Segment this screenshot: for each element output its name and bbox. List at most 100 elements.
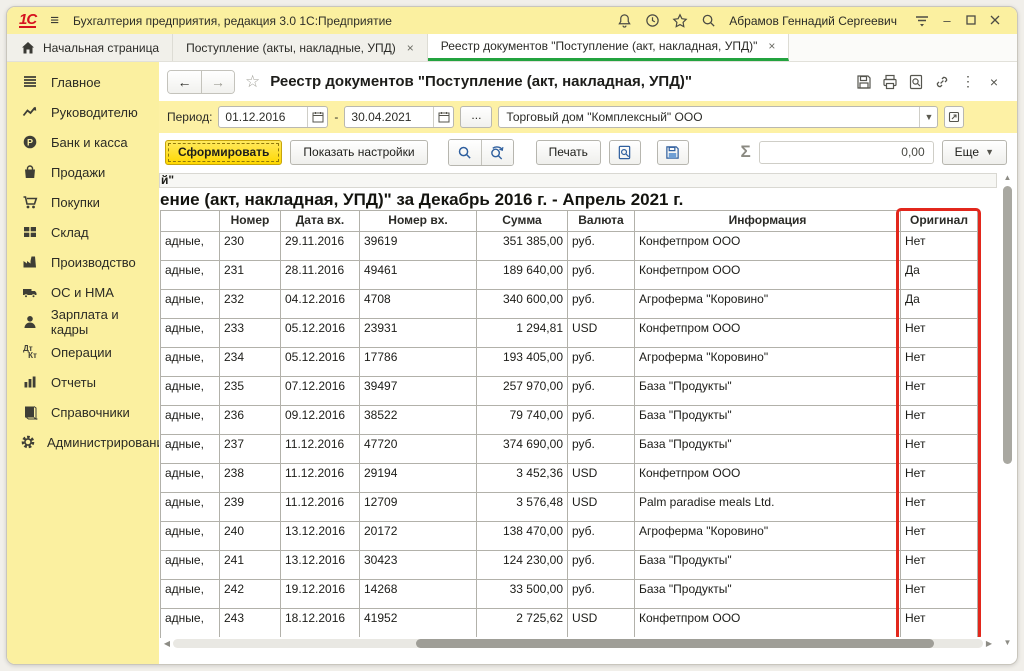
cell-sum[interactable]: 3 452,36 (477, 464, 568, 493)
cell-currency[interactable]: руб. (568, 551, 635, 580)
cell-doc[interactable]: адные, (161, 522, 220, 551)
cell-number[interactable]: 243 (220, 609, 281, 638)
table-row[interactable]: адные,24219.12.20161426833 500,00руб.Баз… (161, 580, 978, 609)
sidebar-item-salary-hr[interactable]: Зарплата и кадры (7, 307, 159, 337)
cell-number-in[interactable]: 38522 (360, 406, 477, 435)
cell-original[interactable]: Нет (901, 377, 978, 406)
cell-original[interactable]: Да (901, 290, 978, 319)
cell-date-in[interactable]: 19.12.2016 (281, 580, 360, 609)
sidebar-item-warehouse[interactable]: Склад (7, 217, 159, 247)
cell-original[interactable]: Нет (901, 435, 978, 464)
scroll-right-icon[interactable]: ▶ (983, 639, 995, 648)
minimize-button[interactable]: – (935, 13, 959, 28)
cell-info[interactable]: База "Продукты" (635, 435, 901, 464)
show-settings-button[interactable]: Показать настройки (290, 140, 427, 165)
generate-button[interactable]: Сформировать (165, 140, 282, 165)
cell-number-in[interactable]: 12709 (360, 493, 477, 522)
cell-doc[interactable]: адные, (161, 464, 220, 493)
cell-sum[interactable]: 2 725,62 (477, 609, 568, 638)
cell-number[interactable]: 238 (220, 464, 281, 493)
cell-number[interactable]: 235 (220, 377, 281, 406)
cell-number[interactable]: 242 (220, 580, 281, 609)
autosum-field[interactable]: 0,00 (759, 141, 934, 164)
sidebar-item-manager[interactable]: Руководителю (7, 97, 159, 127)
table-row[interactable]: адные,23029.11.201639619351 385,00руб.Ко… (161, 232, 978, 261)
cell-number-in[interactable]: 47720 (360, 435, 477, 464)
cell-sum[interactable]: 351 385,00 (477, 232, 568, 261)
cell-number[interactable]: 239 (220, 493, 281, 522)
tab-postuplenie-docs[interactable]: Поступление (акты, накладные, УПД)× (173, 34, 428, 61)
cell-sum[interactable]: 257 970,00 (477, 377, 568, 406)
cell-original[interactable]: Нет (901, 522, 978, 551)
chevron-down-icon[interactable]: ▼ (919, 107, 937, 127)
cell-doc[interactable]: адные, (161, 377, 220, 406)
table-row[interactable]: адные,23811.12.2016291943 452,36USDКонфе… (161, 464, 978, 493)
cell-currency[interactable]: руб. (568, 406, 635, 435)
cell-number-in[interactable]: 4708 (360, 290, 477, 319)
cell-date-in[interactable]: 04.12.2016 (281, 290, 360, 319)
cell-doc[interactable]: адные, (161, 551, 220, 580)
date-to-field[interactable]: 30.04.2021 (344, 106, 454, 128)
current-user[interactable]: Абрамов Геннадий Сергеевич (729, 14, 897, 28)
cell-number-in[interactable]: 14268 (360, 580, 477, 609)
cell-original[interactable]: Нет (901, 493, 978, 522)
cell-info[interactable]: Агроферма "Коровино" (635, 348, 901, 377)
cell-sum[interactable]: 340 600,00 (477, 290, 568, 319)
cell-info[interactable]: База "Продукты" (635, 406, 901, 435)
add-favorite-star-icon[interactable]: ☆ (245, 72, 260, 92)
cell-number[interactable]: 230 (220, 232, 281, 261)
cell-currency[interactable]: руб. (568, 435, 635, 464)
report-selected-cell[interactable]: й" (159, 173, 997, 188)
date-from-field[interactable]: 01.12.2016 (218, 106, 328, 128)
cell-number[interactable]: 234 (220, 348, 281, 377)
table-row[interactable]: адные,23911.12.2016127093 576,48USDPalm … (161, 493, 978, 522)
cell-date-in[interactable]: 29.11.2016 (281, 232, 360, 261)
find-icon[interactable] (449, 140, 481, 165)
cell-doc[interactable]: адные, (161, 406, 220, 435)
print-icon[interactable] (877, 71, 903, 93)
cell-number-in[interactable]: 20172 (360, 522, 477, 551)
cell-doc[interactable]: адные, (161, 319, 220, 348)
cell-currency[interactable]: руб. (568, 348, 635, 377)
table-row[interactable]: адные,23405.12.201617786193 405,00руб.Аг… (161, 348, 978, 377)
tab-close-icon[interactable]: × (407, 41, 414, 55)
save-report-icon[interactable] (657, 140, 689, 165)
cell-sum[interactable]: 33 500,00 (477, 580, 568, 609)
cell-doc[interactable]: адные, (161, 580, 220, 609)
cell-info[interactable]: Агроферма "Коровино" (635, 290, 901, 319)
cell-number-in[interactable]: 41952 (360, 609, 477, 638)
cell-number-in[interactable]: 30423 (360, 551, 477, 580)
cell-info[interactable]: База "Продукты" (635, 377, 901, 406)
back-button[interactable]: ← (168, 71, 201, 93)
print-preview-icon[interactable] (609, 140, 641, 165)
sidebar-item-sales[interactable]: Продажи (7, 157, 159, 187)
table-row[interactable]: адные,23609.12.20163852279 740,00руб.Баз… (161, 406, 978, 435)
cell-doc[interactable]: адные, (161, 232, 220, 261)
period-options-button[interactable]: ... (460, 106, 492, 128)
cell-date-in[interactable]: 11.12.2016 (281, 493, 360, 522)
more-button[interactable]: Еще ▼ (942, 140, 1007, 165)
scroll-left-icon[interactable]: ◀ (161, 639, 173, 648)
table-row[interactable]: адные,24013.12.201620172138 470,00руб.Аг… (161, 522, 978, 551)
cell-info[interactable]: Агроферма "Коровино" (635, 522, 901, 551)
cell-currency[interactable]: USD (568, 464, 635, 493)
sidebar-item-main[interactable]: Главное (7, 67, 159, 97)
print-button[interactable]: Печать (536, 140, 601, 165)
vertical-scroll-thumb[interactable] (1003, 186, 1012, 464)
cell-doc[interactable]: адные, (161, 348, 220, 377)
service-settings-icon[interactable] (909, 11, 935, 31)
maximize-button[interactable] (959, 13, 983, 28)
sidebar-item-references[interactable]: Справочники (7, 397, 159, 427)
close-window-button[interactable] (983, 13, 1007, 28)
sidebar-item-purchases[interactable]: Покупки (7, 187, 159, 217)
cell-currency[interactable]: USD (568, 319, 635, 348)
cell-currency[interactable]: USD (568, 493, 635, 522)
cell-sum[interactable]: 189 640,00 (477, 261, 568, 290)
sidebar-item-os-nma[interactable]: ОС и НМА (7, 277, 159, 307)
sidebar-item-production[interactable]: Производство (7, 247, 159, 277)
scroll-up-icon[interactable]: ▲ (1001, 173, 1014, 183)
cell-sum[interactable]: 3 576,48 (477, 493, 568, 522)
cell-info[interactable]: База "Продукты" (635, 580, 901, 609)
cell-date-in[interactable]: 07.12.2016 (281, 377, 360, 406)
cell-date-in[interactable]: 05.12.2016 (281, 348, 360, 377)
